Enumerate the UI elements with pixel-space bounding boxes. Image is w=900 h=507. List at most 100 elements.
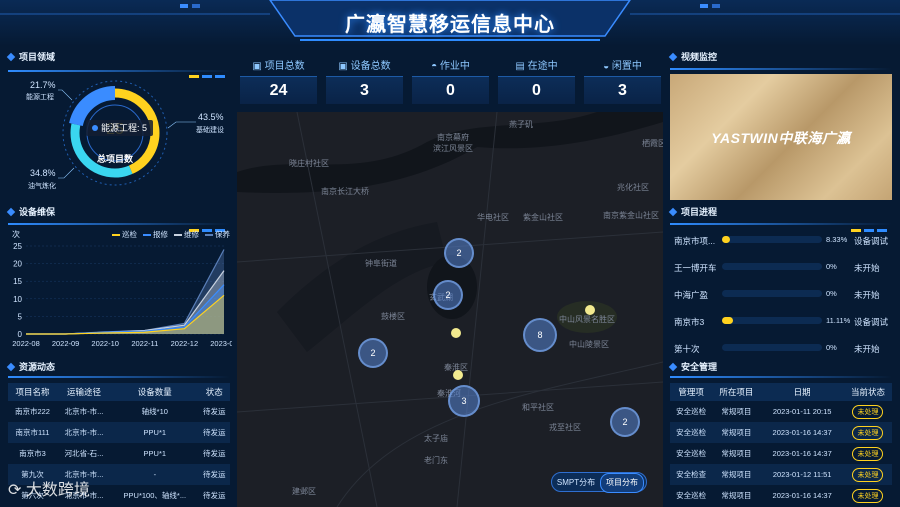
diamond-icon <box>668 52 678 62</box>
title-underline <box>8 223 230 225</box>
progress-track <box>722 290 822 297</box>
panel-title: 安全管理 <box>681 362 718 372</box>
toggle-projects[interactable]: 项目分布 <box>600 473 644 493</box>
table-row[interactable]: 南京市222 北京市-市... 轴线*10 待发运 <box>8 401 230 422</box>
map-label: 鼓楼区 <box>381 312 405 321</box>
panel-header-progress: 项目进程 <box>668 205 892 219</box>
legend-item[interactable]: 巡检 <box>112 230 137 239</box>
stat-value: 3 <box>326 76 403 104</box>
col-header: 当前状态 <box>843 383 892 401</box>
map-label: 南京紫金山社区 <box>603 211 659 220</box>
table-row[interactable]: 安全巡检 常规项目 2023-01-16 14:37 未处理 <box>670 443 892 464</box>
table-row[interactable]: 安全巡检 常规项目 2023-01-16 14:37 未处理 <box>670 485 892 506</box>
status-badge[interactable]: 未处理 <box>852 404 884 419</box>
map-marker[interactable] <box>451 328 461 338</box>
map-toggle: SMPT分布 项目分布 <box>551 472 647 493</box>
map-cluster[interactable]: 2 <box>358 338 388 368</box>
title-underline <box>670 223 892 225</box>
y-tick-label: 0 <box>18 330 23 339</box>
progress-row[interactable]: 中海广盈 0% 未开始 <box>670 281 892 308</box>
diamond-icon <box>6 362 16 372</box>
y-axis-unit: 次 <box>12 230 20 239</box>
panel-header-safety: 安全管理 <box>668 360 892 374</box>
map-label: 栖霞区 <box>642 139 663 148</box>
map-cluster[interactable]: 2 <box>444 238 474 268</box>
y-tick-label: 20 <box>13 260 22 269</box>
table-row[interactable]: 南京市3 河北省-石... PPU*1 待发运 <box>8 443 230 464</box>
col-header: 运输途径 <box>56 383 112 401</box>
idle-icon: ◒ <box>603 61 610 72</box>
status-badge[interactable]: 未处理 <box>852 446 884 461</box>
map-marker[interactable] <box>453 370 463 380</box>
maintenance-chart: 0 5 10 15 20 25 2022-08 2022-09 2022-10 2022-11 20… <box>12 242 232 348</box>
safety-table: 管理项 所在项目 日期 当前状态 安全巡检 常规项目 2023-01-11 20:1… <box>670 383 892 506</box>
legend-item[interactable]: 报修 <box>143 230 168 239</box>
map-cluster[interactable]: 8 <box>523 318 557 352</box>
table-row[interactable]: 安全巡检 常规项目 2023-01-11 20:15 未处理 <box>670 401 892 422</box>
panel-title: 设备维保 <box>19 207 56 217</box>
map-view[interactable]: 南京幕府 滨江风景区 燕子矶 栖霞区 南京长江大桥 晓庄村社区 兆化社区 华电社… <box>237 112 663 507</box>
progress-list: 南京市项... 8.33% 设备调试 王一博开车 0% 未开始 中海广盈 0% … <box>670 227 892 355</box>
x-tick-label: 2022-10 <box>91 339 119 348</box>
map-label: 南京幕府 <box>437 133 469 142</box>
map-cluster[interactable]: 2 <box>610 407 640 437</box>
panel-header-resource: 资源动态 <box>6 360 230 374</box>
title-underline <box>670 376 892 378</box>
progress-row[interactable]: 南京市项... 8.33% 设备调试 <box>670 227 892 254</box>
map-label: 中山陵景区 <box>569 340 609 349</box>
stat-card-in-transit[interactable]: ▤ 在途中 0 <box>498 58 575 108</box>
title-underline <box>8 376 230 378</box>
map-label: 太子庙 <box>424 434 448 443</box>
progress-track <box>722 344 822 351</box>
map-marker[interactable] <box>585 305 595 315</box>
video-logo: YASTWIN中联海广瀛 <box>711 130 851 146</box>
col-header: 所在项目 <box>712 383 761 401</box>
progress-row[interactable]: 南京市3 11.11% 设备调试 <box>670 308 892 335</box>
x-tick-label: 2023-01 <box>210 339 232 348</box>
stat-value: 0 <box>498 76 575 104</box>
table-row[interactable]: 安全检查 常规项目 2023-01-12 11:51 未处理 <box>670 464 892 485</box>
stat-card-idle[interactable]: ◒ 闲置中 3 <box>584 58 661 108</box>
x-tick-label: 2022-12 <box>171 339 199 348</box>
stat-value: 3 <box>584 76 661 104</box>
y-tick-label: 5 <box>18 312 23 321</box>
truck-icon: ▤ <box>515 61 525 72</box>
video-player[interactable]: YASTWIN中联海广瀛 <box>670 74 892 200</box>
progress-row[interactable]: 第十次 0% 未开始 <box>670 335 892 362</box>
chart-legend: 巡检 报修 维修 保养 <box>90 229 230 239</box>
donut-leader-lines <box>58 89 196 179</box>
progress-fill <box>722 317 734 324</box>
stat-card-working[interactable]: ◓ 作业中 0 <box>412 58 489 108</box>
title-underline <box>670 68 892 70</box>
watermark-logo: ⟳ 大数跨境 <box>8 482 90 499</box>
col-header: 设备数量 <box>111 383 199 401</box>
panel-header-maintenance: 设备维保 <box>6 205 230 219</box>
status-badge[interactable]: 未处理 <box>852 488 884 503</box>
progress-track <box>722 236 822 243</box>
stat-card-devices[interactable]: ▣ 设备总数 3 <box>326 58 403 108</box>
col-header: 项目名称 <box>8 383 57 401</box>
progress-row[interactable]: 王一博开车 0% 未开始 <box>670 254 892 281</box>
x-tick-label: 2022-09 <box>52 339 80 348</box>
panel-header-video: 视频监控 <box>668 50 892 64</box>
toggle-smpt[interactable]: SMPT分布 <box>552 474 600 492</box>
table-row[interactable]: 南京市111 北京市-市... PPU*1 待发运 <box>8 422 230 443</box>
legend-item[interactable]: 保养 <box>205 230 230 239</box>
stat-card-projects[interactable]: ▣ 项目总数 24 <box>240 58 317 108</box>
legend-item[interactable]: 维修 <box>174 230 199 239</box>
status-badge[interactable]: 未处理 <box>852 467 884 482</box>
status-badge[interactable]: 未处理 <box>852 425 884 440</box>
folder-icon: ▣ <box>252 61 262 72</box>
diamond-icon <box>6 207 16 217</box>
col-header: 状态 <box>198 383 230 401</box>
x-tick-label: 2022-11 <box>131 339 158 348</box>
col-header: 管理项 <box>670 383 713 401</box>
table-row[interactable]: 安全巡检 常规项目 2023-01-16 14:37 未处理 <box>670 422 892 443</box>
map-cluster[interactable]: 3 <box>448 385 480 417</box>
diamond-icon <box>668 362 678 372</box>
map-label: 滨江风景区 <box>433 144 473 153</box>
map-cluster[interactable]: 2 <box>433 280 463 310</box>
map-label: 老门东 <box>424 456 448 465</box>
y-tick-label: 15 <box>13 277 22 286</box>
progress-fill <box>722 236 731 243</box>
